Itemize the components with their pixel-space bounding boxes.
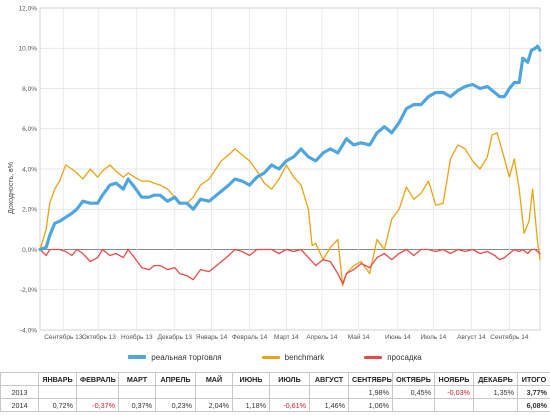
- performance-chart: -4,0% -2,0% 0,0% 2,0% 4,0% 6,0% 8,0% 10,0% 12,0%…: [8, 5, 542, 341]
- x-tick-label: Июль 14: [421, 334, 447, 341]
- table-header-cell: МАРТ: [118, 372, 156, 386]
- table-cell: 0,72%: [38, 398, 77, 412]
- table-header-cell: СЕНТЯБРЬ: [348, 372, 393, 386]
- table-cell: -0,61%: [269, 398, 310, 412]
- legend-swatch: [364, 355, 383, 359]
- y-tick-label: 6,0%: [22, 126, 37, 133]
- table-header-cell: ИЮНЬ: [232, 372, 270, 386]
- table-header-row: ЯНВАРЬ ФЕВРАЛЬ МАРТ АПРЕЛЬ МАЙ ИЮНЬ ИЮЛЬ АВГУСТ…: [0, 372, 550, 386]
- table-year-cell: 2014: [0, 398, 39, 412]
- table-header-cell: ИТОГО: [517, 372, 550, 386]
- table-header-cell: НОЯБРЬ: [434, 372, 474, 386]
- table-cell: 1,46%: [309, 398, 349, 412]
- legend: реальная торговля benchmark просадка: [0, 350, 550, 364]
- table-cell: -0,37%: [76, 398, 119, 412]
- table-cell: 1,06%: [348, 398, 393, 412]
- legend-swatch: [261, 355, 280, 359]
- table-header-cell: АВГУСТ: [309, 372, 349, 386]
- y-tick-label: 2,0%: [22, 207, 37, 214]
- y-tick-label: -4,0%: [20, 327, 37, 334]
- table-header-cell: ЯНВАРЬ: [38, 372, 77, 386]
- table-cell: 1,18%: [232, 398, 270, 412]
- table-header-cell: ФЕВРАЛЬ: [76, 372, 119, 386]
- x-tick-label: Ноябрь 13: [121, 333, 153, 341]
- legend-label: реальная торговля: [151, 352, 222, 362]
- legend-item: реальная торговля: [128, 350, 222, 364]
- table-cell: [76, 385, 119, 399]
- x-tick-labels: Сентябрь 13 Октябрь 13 Ноябрь 13 Декабрь 13…: [44, 333, 529, 341]
- series-line-real-trading: [38, 44, 542, 252]
- table-header-cell: ДЕКАБРЬ: [473, 372, 518, 386]
- series-line-drawdown: [39, 248, 541, 285]
- table-cell: 0,37%: [118, 398, 156, 412]
- table-cell: 6,08%: [517, 398, 550, 412]
- legend-swatch: [128, 355, 147, 359]
- x-tick-label: Декабрь 13: [158, 333, 193, 341]
- table-cell: 0,45%: [392, 385, 435, 399]
- table-cell: -0,03%: [434, 385, 474, 399]
- y-tick-label: 8,0%: [22, 86, 37, 93]
- table-cell: [118, 385, 156, 399]
- legend-label: benchmark: [284, 352, 325, 362]
- legend-label: просадка: [387, 352, 422, 362]
- x-tick-label: Май 14: [348, 333, 370, 341]
- table-header-cell: ОКТЯБРЬ: [392, 372, 435, 386]
- table-body: 2013 1,98% 0,45% -0,03% 1,35% 3,77% 2014 0,72% -…: [0, 385, 550, 412]
- x-tick-label: Февраль 14: [232, 334, 268, 341]
- table-cell: [392, 398, 435, 412]
- table-cell: [195, 385, 233, 399]
- table-header-cell: ИЮЛЬ: [269, 372, 310, 386]
- x-tick-label: Апрель 14: [306, 334, 337, 341]
- legend-item: просадка: [364, 350, 422, 364]
- y-tick-label: 0,0%: [22, 247, 37, 254]
- x-tick-label: Октябрь 13: [82, 333, 117, 341]
- x-tick-label: Январь 14: [196, 334, 228, 341]
- y-tick-labels: -4,0% -2,0% 0,0% 2,0% 4,0% 6,0% 8,0% 10,0% 12,0%: [19, 5, 38, 334]
- table-year-cell: 2013: [0, 385, 39, 399]
- table-cell: [155, 385, 196, 399]
- x-tick-label: Сентябрь 14: [490, 333, 529, 341]
- table-row: 2013 1,98% 0,45% -0,03% 1,35% 3,77%: [0, 385, 550, 399]
- x-tick-label: Август 14: [457, 334, 486, 341]
- table-cell: [309, 385, 349, 399]
- x-tick-label: Июнь 14: [385, 334, 411, 341]
- table-cell: [473, 398, 518, 412]
- table-cell: 0,23%: [155, 398, 196, 412]
- y-tick-label: -2,0%: [20, 287, 37, 294]
- table-cell: 1,35%: [473, 385, 518, 399]
- table-header-cell: [0, 372, 39, 386]
- y-tick-label: 4,0%: [22, 166, 37, 173]
- table-cell: [269, 385, 310, 399]
- y-tick-label: 10,0%: [19, 46, 38, 53]
- y-axis-label: Доходность, в%: [8, 162, 15, 214]
- table-cell: [38, 385, 77, 399]
- table-cell: [232, 385, 270, 399]
- x-tick-label: Сентябрь 13: [44, 333, 83, 341]
- table-header-cell: АПРЕЛЬ: [155, 372, 196, 386]
- table-header-cell: МАЙ: [195, 372, 233, 386]
- x-tick-label: Март 14: [274, 334, 299, 341]
- table-cell: 2,04%: [195, 398, 233, 412]
- legend-item: benchmark: [261, 350, 325, 364]
- table-cell: 3,77%: [517, 385, 550, 399]
- table-cell: [434, 398, 474, 412]
- monthly-returns-table: ЯНВАРЬ ФЕВРАЛЬ МАРТ АПРЕЛЬ МАЙ ИЮНЬ ИЮЛЬ АВГУСТ…: [0, 372, 550, 412]
- table-cell: 1,98%: [348, 385, 393, 399]
- table-row: 2014 0,72% -0,37% 0,37% 0,23% 2,04% 1,18% -0,61…: [0, 398, 550, 412]
- y-tick-label: 12,0%: [19, 5, 38, 12]
- grid-lines: [39, 7, 541, 331]
